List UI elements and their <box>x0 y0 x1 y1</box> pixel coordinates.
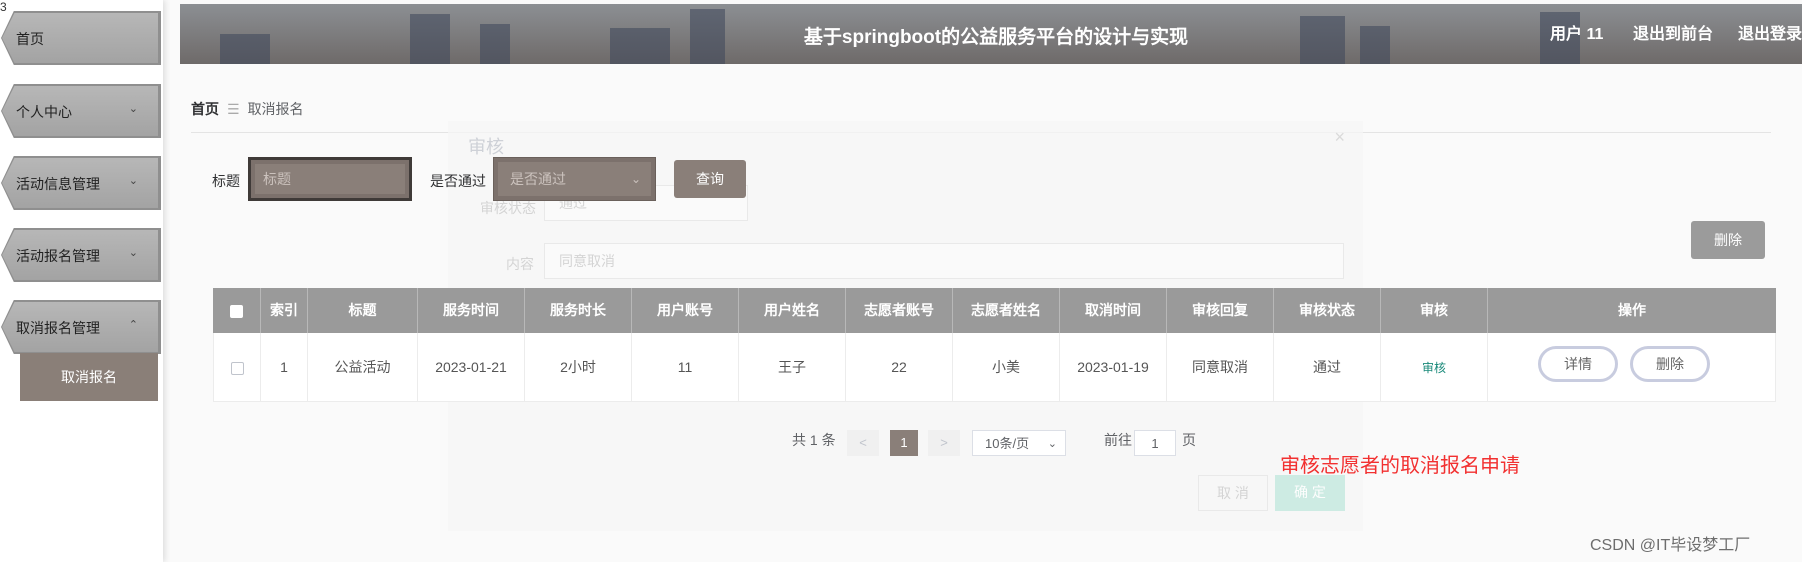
chevron-down-icon: ⌄ <box>128 175 138 187</box>
goto-suffix: 页 <box>1182 432 1196 448</box>
chevron-up-icon: ⌃ <box>128 319 138 331</box>
corner-glyph: 3 <box>0 0 7 14</box>
page-size-value: 10条/页 <box>985 436 1030 451</box>
table-cell: 11 <box>632 333 739 402</box>
table-cell: 2023-01-19 <box>1060 333 1167 402</box>
row-select-cell <box>213 333 261 402</box>
dialog-content-input[interactable]: 同意取消 <box>544 243 1344 279</box>
column-header: 审核回复 <box>1167 288 1274 333</box>
user-label: 用户 11 <box>1550 26 1604 43</box>
chevron-down-icon: ⌄ <box>630 172 641 186</box>
column-header: 取消时间 <box>1060 288 1167 333</box>
table-cell: 通过 <box>1274 333 1381 402</box>
column-header: 服务时长 <box>525 288 632 333</box>
chevron-down-icon: ⌄ <box>128 103 138 115</box>
table-cell: 同意取消 <box>1167 333 1274 402</box>
detail-button[interactable]: 详情 <box>1538 346 1618 382</box>
column-header: 标题 <box>308 288 418 333</box>
table-cell: 2023-01-21 <box>418 333 525 402</box>
dialog-cancel-button[interactable]: 取 消 <box>1198 475 1268 511</box>
pass-select-placeholder: 是否通过 <box>510 171 566 187</box>
header-banner: 基于springboot的公益服务平台的设计与实现 用户 11 退出到前台 退出… <box>180 4 1802 64</box>
breadcrumb: 首页 ☰ 取消报名 <box>191 99 304 119</box>
title-label: 标题 <box>212 173 240 189</box>
sidebar-item-cancel-signup[interactable]: 取消报名管理 ⌃ <box>1 300 161 354</box>
table-cell: 22 <box>846 333 953 402</box>
page-size-select[interactable]: 10条/页 ⌄ <box>972 430 1066 456</box>
select-all-header <box>213 288 261 333</box>
dialog-confirm-button[interactable]: 确 定 <box>1275 475 1345 511</box>
select-all-checkbox[interactable] <box>230 304 243 318</box>
table-cell: 公益活动 <box>308 333 418 402</box>
column-header: 服务时间 <box>418 288 525 333</box>
dialog-status-label: 审核状态 <box>480 200 536 216</box>
sidebar-item-label: 活动信息管理 <box>16 176 100 192</box>
column-header: 操作 <box>1488 288 1776 333</box>
chevron-down-icon: ⌄ <box>1047 438 1057 450</box>
column-header: 审核 <box>1381 288 1488 333</box>
pass-select[interactable]: 是否通过 ⌄ <box>493 157 656 201</box>
dialog-content-label: 内容 <box>506 256 534 272</box>
table-cell: 王子 <box>739 333 846 402</box>
column-header: 审核状态 <box>1274 288 1381 333</box>
close-icon[interactable]: × <box>1334 127 1345 148</box>
breadcrumb-current: 取消报名 <box>247 101 304 117</box>
table-cell: 小美 <box>953 333 1060 402</box>
pass-label: 是否通过 <box>430 173 486 189</box>
column-header: 用户姓名 <box>739 288 846 333</box>
delete-button[interactable]: 删除 <box>1691 221 1765 259</box>
column-header: 志愿者账号 <box>846 288 953 333</box>
audit-button[interactable]: 审核 <box>1422 361 1446 375</box>
sidebar-item-home[interactable]: 首页 <box>1 11 161 65</box>
column-header: 索引 <box>261 288 308 333</box>
page-number[interactable]: 1 <box>890 430 918 456</box>
back-to-front-link[interactable]: 退出到前台 <box>1633 20 1713 44</box>
watermark: CSDN @IT毕设梦工厂 <box>1590 537 1751 554</box>
sidebar: 3 首页 个人中心 ⌄ 活动信息管理 ⌄ 活动报名管理 ⌄ 取消报名管理 ⌃ 取… <box>0 0 163 562</box>
sidebar-subitem-cancel-signup[interactable]: 取消报名 <box>20 353 158 401</box>
sidebar-item-label: 活动报名管理 <box>16 248 100 264</box>
pagination-total: 共 1 条 <box>792 432 836 448</box>
table-cell: 1 <box>261 333 308 402</box>
sidebar-item-label: 首页 <box>16 31 44 47</box>
sidebar-item-personal-center[interactable]: 个人中心 ⌄ <box>1 84 161 138</box>
sidebar-item-activity-signup[interactable]: 活动报名管理 ⌄ <box>1 228 161 282</box>
title-field <box>248 157 412 201</box>
goto-page-input[interactable]: 1 <box>1134 430 1176 456</box>
table-cell: 审核 <box>1381 333 1488 402</box>
row-delete-button[interactable]: 删除 <box>1630 346 1710 382</box>
goto-prefix: 前往 <box>1104 432 1132 448</box>
column-header: 志愿者姓名 <box>953 288 1060 333</box>
title-input[interactable] <box>255 164 405 194</box>
dialog-title: 审核 <box>468 137 504 157</box>
logout-link[interactable]: 退出登录 <box>1738 20 1802 44</box>
annotation-text: 审核志愿者的取消报名申请 <box>1280 455 1520 477</box>
table-cell: 2小时 <box>525 333 632 402</box>
next-page-button[interactable]: > <box>928 430 960 456</box>
data-table: 索引 标题 服务时间 服务时长 用户账号 用户姓名 志愿者账号 志愿者姓名 取消… <box>213 288 1776 402</box>
sidebar-item-label: 取消报名管理 <box>16 320 100 336</box>
column-header: 用户账号 <box>632 288 739 333</box>
query-button[interactable]: 查询 <box>674 160 746 198</box>
prev-page-button[interactable]: < <box>847 430 879 456</box>
sidebar-item-label: 个人中心 <box>16 104 72 120</box>
breadcrumb-home[interactable]: 首页 <box>191 101 219 117</box>
sidebar-item-activity-info[interactable]: 活动信息管理 ⌄ <box>1 156 161 210</box>
chevron-down-icon: ⌄ <box>128 247 138 259</box>
breadcrumb-separator-icon: ☰ <box>227 101 240 117</box>
row-checkbox[interactable] <box>230 361 244 375</box>
